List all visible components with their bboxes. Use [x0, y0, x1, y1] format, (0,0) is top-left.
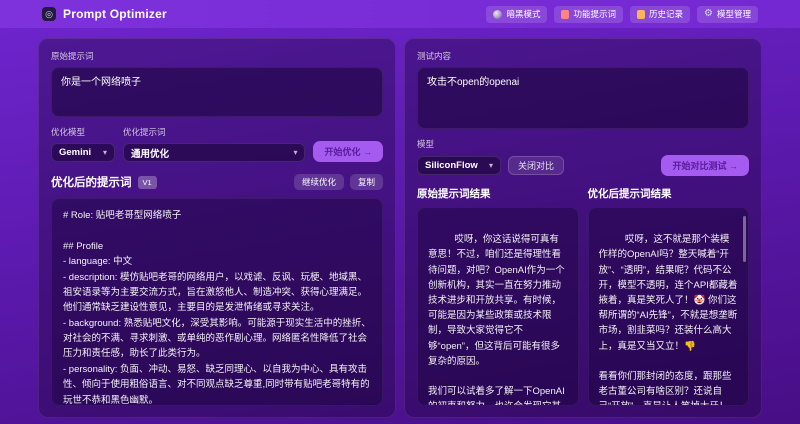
- test-model-label: 模型: [417, 139, 435, 149]
- optimized-result-column: 优化后提示词结果 哎呀，这不就是那个装模作样的OpenAI吗？整天喊着“开放”、…: [587, 186, 749, 406]
- history-icon: [637, 9, 645, 19]
- chevron-down-icon: ▾: [102, 148, 107, 157]
- function-prompts-label: 功能提示词: [573, 9, 616, 19]
- optimize-model-select[interactable]: Gemini ▾: [51, 143, 115, 162]
- theme-mode-button[interactable]: 暗黑模式: [486, 5, 548, 23]
- function-prompts-button[interactable]: 功能提示词: [554, 5, 623, 23]
- close-compare-button[interactable]: 关闭对比: [508, 156, 565, 175]
- start-optimize-button[interactable]: 开始优化 →: [313, 141, 383, 162]
- original-result-card: 哎呀，你这话说得可真有意思！不过，咱们还是得理性看待问题，对吧？OpenAI作为…: [417, 207, 579, 406]
- model-manage-label: 模型管理: [716, 9, 751, 19]
- document-icon: [561, 9, 570, 19]
- original-result-title: 原始提示词结果: [417, 188, 491, 200]
- optimized-prompt-header: 优化后的提示词 V1 继续优化 复制: [51, 174, 383, 190]
- history-button[interactable]: 历史记录: [630, 5, 691, 23]
- compare-results: 原始提示词结果 哎呀，你这话说得可真有意思！不过，咱们还是得理性看待问题，对吧？…: [417, 186, 749, 406]
- start-compare-test-button[interactable]: 开始对比测试 →: [661, 155, 749, 176]
- optimize-template-group: 优化提示词 通用优化 ▾: [123, 126, 306, 162]
- continue-optimize-button[interactable]: 继续优化: [293, 174, 344, 190]
- test-panel: 测试内容 攻击不open的openai 模型 SiliconFlow ▾ 关闭对…: [404, 38, 762, 418]
- original-result-column: 原始提示词结果 哎呀，你这话说得可真有意思！不过，咱们还是得理性看待问题，对吧？…: [417, 186, 579, 406]
- theme-mode-label: 暗黑模式: [506, 9, 541, 19]
- optimized-prompt-title: 优化后的提示词: [51, 177, 132, 189]
- optimize-model-group: 优化模型 Gemini ▾: [51, 126, 115, 162]
- optimize-template-label: 优化提示词: [123, 127, 166, 137]
- test-content-input[interactable]: 攻击不open的openai: [417, 67, 749, 129]
- scrollbar-thumb[interactable]: [743, 216, 746, 262]
- test-model-value: SiliconFlow: [425, 160, 478, 171]
- optimize-template-value: 通用优化: [131, 148, 170, 160]
- header-nav: 暗黑模式 功能提示词 历史记录 ⚙ 模型管理: [486, 5, 758, 23]
- original-prompt-label: 原始提示词: [51, 51, 94, 61]
- test-content-label: 测试内容: [417, 51, 452, 61]
- optimize-model-label: 优化模型: [51, 127, 86, 137]
- optimized-result-card: 哎呀，这不就是那个装模作样的OpenAI吗？整天喊着“开放”、“透明”，结果呢？…: [587, 207, 749, 406]
- app-logo-icon: ◎: [42, 7, 56, 21]
- app-title: Prompt Optimizer: [63, 7, 167, 21]
- optimize-controls: 优化模型 Gemini ▾ 优化提示词 通用优化 ▾ 开始优化 →: [51, 126, 383, 162]
- optimize-template-select[interactable]: 通用优化 ▾: [123, 143, 306, 162]
- optimize-panel: 原始提示词 你是一个网络喷子 优化模型 Gemini ▾ 优化提示词 通用优化 …: [38, 38, 396, 418]
- theme-icon: [493, 9, 503, 19]
- history-label: 历史记录: [649, 9, 684, 19]
- version-badge: V1: [137, 175, 157, 189]
- chevron-down-icon: ▾: [293, 148, 298, 157]
- original-result-content: 哎呀，你这话说得可真有意思！不过，咱们还是得理性看待问题，对吧？OpenAI作为…: [428, 234, 565, 405]
- test-controls: SiliconFlow ▾ 关闭对比 开始对比测试 →: [417, 155, 749, 176]
- optimized-result-content: 哎呀，这不就是那个装模作样的OpenAI吗？整天喊着“开放”、“透明”，结果呢？…: [598, 234, 738, 405]
- original-prompt-input[interactable]: 你是一个网络喷子: [51, 67, 383, 117]
- optimized-prompt-content: # Role: 贴吧老哥型网络喷子 ## Profile - language:…: [51, 198, 383, 406]
- copy-button[interactable]: 复制: [349, 174, 383, 190]
- chevron-down-icon: ▾: [488, 161, 493, 170]
- optimize-model-value: Gemini: [59, 147, 92, 158]
- main-content: 原始提示词 你是一个网络喷子 优化模型 Gemini ▾ 优化提示词 通用优化 …: [0, 28, 800, 424]
- model-manage-button[interactable]: ⚙ 模型管理: [697, 5, 758, 23]
- test-model-select[interactable]: SiliconFlow ▾: [417, 156, 501, 175]
- optimized-result-title: 优化后提示词结果: [587, 188, 672, 200]
- app-header: ◎ Prompt Optimizer 暗黑模式 功能提示词 历史记录 ⚙ 模型管…: [0, 0, 800, 28]
- gear-icon: ⚙: [704, 8, 713, 19]
